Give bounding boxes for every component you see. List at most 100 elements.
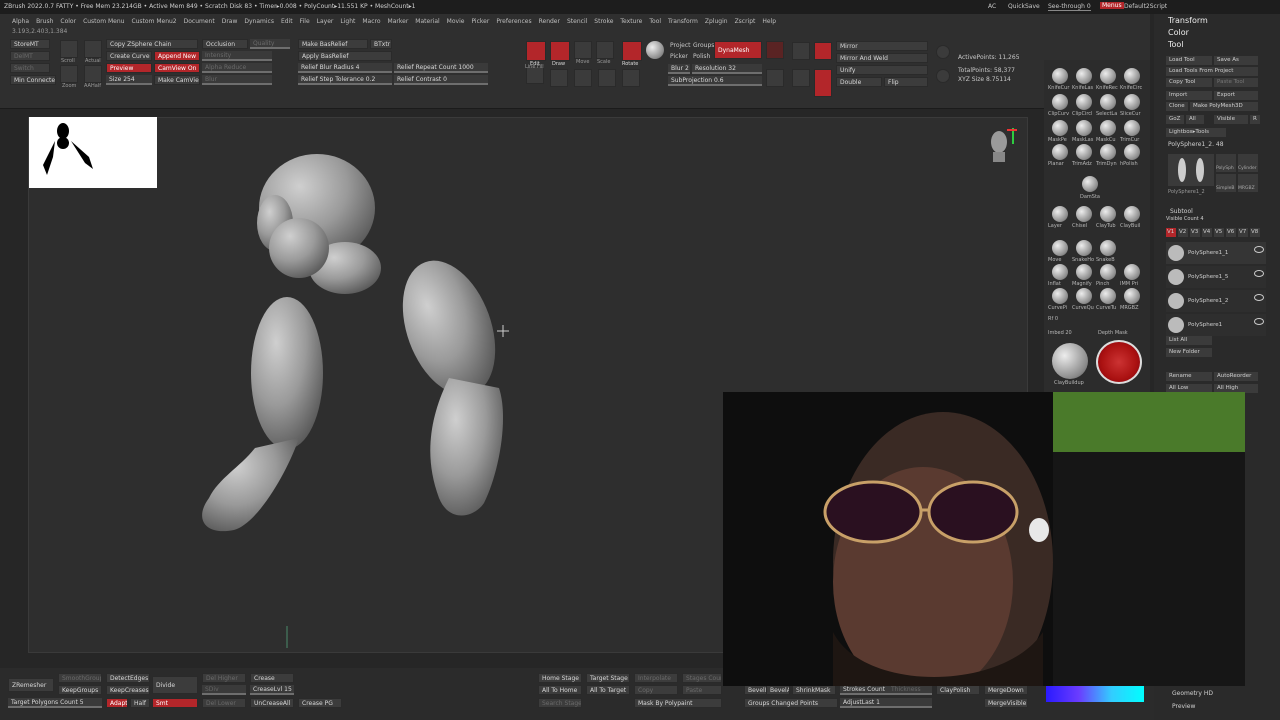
menu-material[interactable]: Material (415, 18, 439, 25)
chisel-brush-icon[interactable] (1076, 206, 1092, 222)
subtool-header[interactable]: Subtool (1170, 208, 1193, 215)
inflat-brush-icon[interactable] (1052, 264, 1068, 280)
kniferec-brush-icon[interactable] (1100, 68, 1116, 84)
visibility-eye-icon[interactable] (1254, 246, 1264, 253)
subtool-version-v1[interactable]: V1 (1166, 228, 1176, 237)
color-menu[interactable]: Color (1168, 28, 1189, 37)
maskcu-brush-icon[interactable] (1100, 120, 1116, 136)
visibility-eye-icon[interactable] (1254, 294, 1264, 301)
sdiv-slider[interactable]: SDiv (202, 685, 246, 695)
menu-alpha[interactable]: Alpha (12, 18, 29, 25)
flip-button[interactable]: Flip (884, 77, 928, 87)
subtool-row[interactable]: PolySphere1 (1166, 314, 1266, 336)
curvepi-brush-icon[interactable] (1052, 288, 1068, 304)
smt-button[interactable]: Smt (152, 698, 198, 708)
interpolate-button[interactable]: Interpolate (634, 673, 678, 683)
zoom-icon[interactable] (60, 65, 78, 83)
load-from-project-button[interactable]: Load Tools From Project (1166, 67, 1258, 76)
menu-custom-menu[interactable]: Custom Menu (83, 18, 124, 25)
uncreaseall-button[interactable]: UnCreaseAll (250, 698, 294, 708)
scroll-icon[interactable] (60, 40, 78, 58)
blur-slider[interactable]: Blur (202, 75, 272, 85)
menu-stroke[interactable]: Stroke (594, 18, 613, 25)
menu-texture[interactable]: Texture (620, 18, 642, 25)
quicksave-button[interactable]: QuickSave (1008, 3, 1040, 10)
navigation-thumbnail[interactable] (29, 117, 157, 188)
intensity-slider[interactable]: Intensity (202, 51, 272, 61)
rename-button[interactable]: Rename (1166, 372, 1212, 381)
mirror-weld-button[interactable]: Mirror And Weld (836, 53, 928, 63)
project-label[interactable]: Project (670, 42, 691, 49)
groups-label[interactable]: Groups (693, 42, 714, 49)
menu-zplugin[interactable]: Zplugin (705, 18, 728, 25)
menu-brush[interactable]: Brush (36, 18, 53, 25)
curvequ-brush-icon[interactable] (1076, 288, 1092, 304)
thickness-slider[interactable]: Thickness (888, 685, 932, 695)
menu-transform[interactable]: Transform (668, 18, 698, 25)
layer-brush-icon[interactable] (1052, 206, 1068, 222)
zremesher-button[interactable]: ZRemesher (8, 678, 54, 692)
load-tool-button[interactable]: Load Tool (1166, 56, 1212, 65)
visibility-eye-icon[interactable] (1254, 318, 1264, 325)
crease-pg-button[interactable]: Crease PG (298, 698, 342, 708)
visible-count-slider[interactable]: Visible Count 4 (1166, 216, 1204, 222)
target-stage-button[interactable]: Target Stage (586, 673, 630, 683)
scale-icon[interactable] (596, 41, 614, 59)
list-all-button[interactable]: List All (1166, 336, 1212, 345)
preview-button[interactable]: Preview (106, 63, 152, 73)
menu-help[interactable]: Help (762, 18, 776, 25)
size-slider[interactable]: Size 254 (106, 75, 152, 85)
symmetry-icon[interactable] (814, 42, 832, 60)
subtool-version-v2[interactable]: V2 (1178, 228, 1188, 237)
claypolish-button[interactable]: ClayPolish (936, 685, 980, 695)
relief-repeat-slider[interactable]: Relief Repeat Count 1000 (394, 63, 488, 73)
all-to-target-button[interactable]: All To Target (586, 685, 630, 695)
menu-tool[interactable]: Tool (649, 18, 661, 25)
move-brush-icon[interactable] (1052, 240, 1068, 256)
subtool-version-v8[interactable]: V8 (1250, 228, 1260, 237)
picker-label[interactable]: Picker (670, 53, 688, 60)
paste-tool-button[interactable]: Paste Tool (1214, 78, 1258, 87)
mrgbz-brush-icon[interactable] (1124, 288, 1140, 304)
quality-slider[interactable]: Quality (250, 39, 290, 49)
slicecur-brush-icon[interactable] (1124, 94, 1140, 110)
preview-menu[interactable]: Preview (1172, 703, 1195, 710)
persp-icon[interactable] (550, 69, 568, 87)
geometry-hd-menu[interactable]: Geometry HD (1172, 690, 1213, 697)
menu-stencil[interactable]: Stencil (567, 18, 587, 25)
draw-icon[interactable] (550, 41, 570, 61)
subtool-row[interactable]: PolySphere1_5 (1166, 266, 1266, 288)
make-basrelief-button[interactable]: Make BasRelief (298, 39, 368, 49)
masklas-brush-icon[interactable] (1076, 120, 1092, 136)
menu-movie[interactable]: Movie (447, 18, 465, 25)
actual-icon[interactable] (84, 40, 102, 58)
resolution-slider[interactable]: Resolution 32 (692, 64, 762, 74)
polish-brush-icon[interactable] (646, 41, 664, 59)
import-button[interactable]: Import (1166, 91, 1212, 100)
imm-pri-brush-icon[interactable] (1124, 264, 1140, 280)
claybuil-brush-icon[interactable] (1124, 206, 1140, 222)
subtool-version-v4[interactable]: V4 (1202, 228, 1212, 237)
menu-preferences[interactable]: Preferences (496, 18, 531, 25)
clone-button[interactable]: Clone (1166, 102, 1188, 111)
navigation-gizmo-icon[interactable] (987, 124, 1019, 168)
visible-button[interactable]: Visible (1214, 115, 1248, 124)
menu-custom-menu2[interactable]: Custom Menu2 (131, 18, 176, 25)
pinch-brush-icon[interactable] (1100, 264, 1116, 280)
creaselvl-slider[interactable]: CreaseLvl 15 (250, 685, 294, 695)
menu-marker[interactable]: Marker (388, 18, 409, 25)
half-button[interactable]: Half (130, 698, 150, 708)
relief-blur-slider[interactable]: Relief Blur Radius 4 (298, 63, 392, 73)
clipcircl-brush-icon[interactable] (1076, 94, 1092, 110)
snakeb-brush-icon[interactable] (1100, 240, 1116, 256)
divide-button[interactable]: Divide (152, 676, 198, 694)
aahalf-icon[interactable] (84, 65, 102, 83)
delmt-button[interactable]: DelMT (10, 51, 50, 61)
floor-icon[interactable] (574, 69, 592, 87)
visibility-eye-icon[interactable] (1254, 270, 1264, 277)
groups-changed-button[interactable]: Groups Changed Points (744, 698, 838, 708)
frame-icon[interactable] (814, 69, 832, 97)
transform-menu[interactable]: Transform (1168, 16, 1208, 25)
bevelarc-button[interactable]: BevelArc (766, 685, 790, 695)
current-tool-thumb[interactable] (1168, 154, 1214, 186)
